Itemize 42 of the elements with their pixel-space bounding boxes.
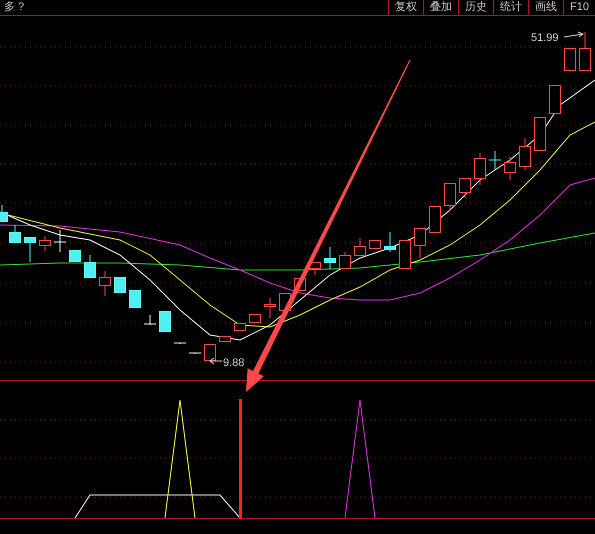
candlestick [114, 276, 126, 294]
candlestick [519, 138, 531, 170]
candlestick [564, 48, 576, 71]
candlestick [324, 246, 336, 270]
candlestick [429, 206, 441, 233]
candlestick [174, 342, 186, 344]
candlestick [54, 230, 66, 252]
pointer-arrow-icon [209, 358, 222, 364]
candlestick [219, 336, 231, 342]
candlestick [504, 156, 516, 180]
candlestick [264, 298, 276, 318]
candlestick [474, 152, 486, 186]
candlestick [24, 236, 36, 262]
candlestick [99, 270, 111, 296]
candlestick [459, 178, 471, 198]
candlestick [204, 344, 216, 361]
candlestick [414, 228, 426, 258]
pointer-arrow-icon [564, 32, 584, 38]
candlestick [399, 240, 411, 269]
candlestick [144, 314, 156, 326]
candlestick [579, 32, 591, 71]
candlestick [384, 232, 396, 252]
candlestick [549, 84, 561, 114]
candlestick [369, 240, 381, 249]
candlestick [129, 290, 141, 308]
candlestick [234, 322, 246, 331]
high-price-label: 51.99 [531, 32, 559, 44]
candlestick [488, 150, 502, 170]
low-price-label: 9.88 [223, 357, 244, 369]
candlestick [9, 224, 21, 244]
candlestick [354, 238, 366, 256]
candlestick [188, 352, 202, 354]
candlestick [444, 182, 456, 212]
candlestick [84, 254, 96, 278]
candlestick [39, 236, 51, 252]
candlestick [534, 116, 546, 151]
candlestick [159, 310, 171, 332]
candlestick [69, 250, 81, 262]
chart-title: 多 ? [3, 0, 24, 15]
candlestick [339, 252, 351, 269]
candlestick [249, 314, 261, 323]
candlestick [0, 204, 8, 222]
